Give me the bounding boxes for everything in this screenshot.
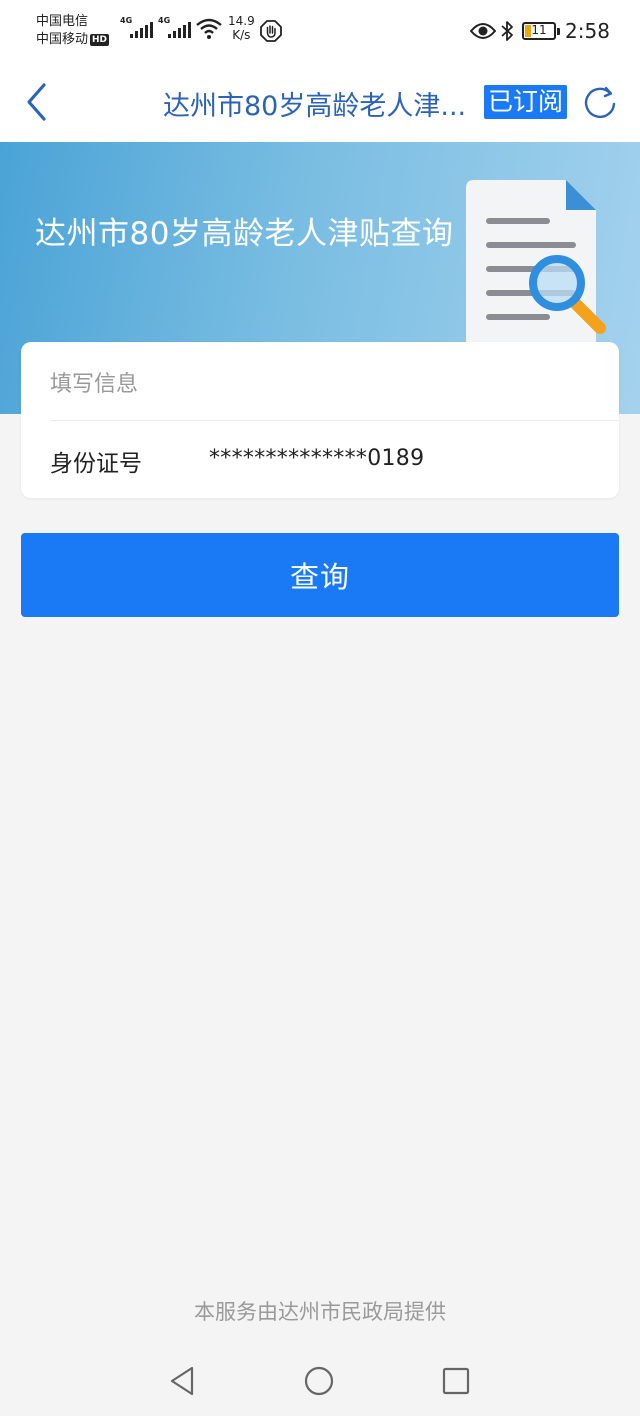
- refresh-button[interactable]: [580, 84, 620, 124]
- provider-note: 本服务由达州市民政局提供: [194, 1300, 446, 1324]
- title-bar: 达州市80岁高龄老人津... 已订阅: [0, 64, 640, 142]
- network-speed: 14.9 K/s: [228, 14, 255, 42]
- banner-title: 达州市80岁高龄老人津贴查询: [35, 216, 454, 252]
- nav-recent-apps-icon[interactable]: [442, 1367, 470, 1395]
- id-number-field[interactable]: **************0189: [209, 446, 424, 471]
- document-search-icon: [466, 180, 606, 358]
- battery-icon: 11: [522, 22, 560, 40]
- divider: [50, 420, 619, 421]
- info-form-card: 填写信息 身份证号 **************0189: [21, 342, 619, 498]
- chevron-left-icon: [27, 83, 46, 121]
- nav-back-icon[interactable]: [168, 1365, 198, 1397]
- carrier-mobile-label: 中国移动: [36, 32, 89, 47]
- system-nav-bar: [0, 1345, 640, 1416]
- network-speed-unit: K/s: [232, 28, 251, 42]
- back-button[interactable]: [18, 80, 58, 124]
- status-bar: 中国电信 中国移动 HD 4G 4G 14.9 K/s 11 2:58: [0, 0, 640, 64]
- wifi-icon: [196, 18, 222, 39]
- hand-icon: [260, 20, 282, 42]
- nav-home-icon[interactable]: [304, 1366, 334, 1396]
- eye-icon: [470, 23, 496, 39]
- clock: 2:58: [565, 19, 610, 43]
- query-button[interactable]: 查询: [21, 533, 619, 617]
- network-speed-value: 14.9: [228, 14, 255, 28]
- form-section-title: 填写信息: [50, 372, 139, 397]
- battery-level: 11: [531, 23, 547, 37]
- bluetooth-icon: [501, 21, 513, 41]
- hd-badge: HD: [90, 34, 110, 46]
- id-number-label: 身份证号: [50, 451, 142, 477]
- subscribed-badge[interactable]: 已订阅: [484, 85, 568, 119]
- carrier-telecom: 中国电信: [36, 14, 89, 29]
- page-title: 达州市80岁高龄老人津...: [163, 91, 467, 122]
- carrier-mobile: 中国移动 HD: [36, 31, 110, 49]
- carrier-info: 中国电信 中国移动 HD: [36, 13, 110, 49]
